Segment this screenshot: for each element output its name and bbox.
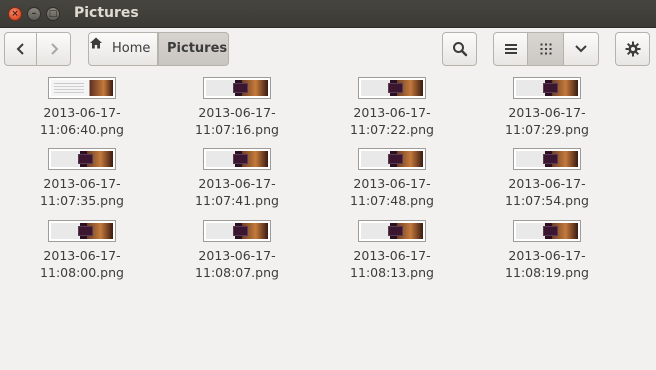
close-window-button[interactable]: × (8, 7, 22, 21)
file-thumbnail (48, 220, 116, 242)
file-thumbnail (48, 148, 116, 170)
file-thumbnail (513, 220, 581, 242)
title-bar[interactable]: × – □ Pictures (0, 0, 656, 28)
file-thumbnail (358, 148, 426, 170)
maximize-icon: □ (48, 9, 58, 19)
file-thumbnail (48, 77, 116, 99)
file-name: 2013-06-17- 11:07:48.png (350, 176, 434, 208)
chevron-right-icon (50, 43, 58, 55)
file-thumbnail (203, 220, 271, 242)
breadcrumb-current-label: Pictures (167, 41, 228, 56)
search-icon (452, 42, 467, 57)
file-name: 2013-06-17- 11:08:00.png (40, 248, 124, 280)
file-item[interactable]: 2013-06-17- 11:08:07.png (182, 220, 292, 281)
list-view-icon (504, 44, 517, 54)
file-thumbnail (358, 220, 426, 242)
file-name: 2013-06-17- 11:07:16.png (195, 105, 279, 137)
settings-button[interactable] (615, 32, 650, 66)
file-item[interactable]: 2013-06-17- 11:08:19.png (492, 220, 602, 281)
file-item[interactable]: 2013-06-17- 11:08:13.png (337, 220, 447, 281)
breadcrumb-home-label: Home (112, 41, 151, 56)
home-icon (90, 37, 102, 49)
minimize-icon: – (31, 9, 37, 19)
toolbar: Home Pictures (0, 28, 656, 68)
file-item[interactable]: 2013-06-17- 11:07:22.png (337, 77, 447, 138)
file-name: 2013-06-17- 11:07:54.png (505, 176, 589, 208)
file-name: 2013-06-17- 11:08:07.png (195, 248, 279, 280)
file-item[interactable]: 2013-06-17- 11:07:16.png (182, 77, 292, 138)
file-item[interactable]: 2013-06-17- 11:07:29.png (492, 77, 602, 138)
breadcrumb-home[interactable]: Home (88, 32, 158, 66)
close-icon: × (11, 9, 19, 19)
breadcrumb-pictures[interactable]: Pictures (158, 32, 229, 66)
file-thumbnail (513, 77, 581, 99)
minimize-window-button[interactable]: – (27, 7, 41, 21)
chevron-left-icon (16, 43, 24, 55)
file-name: 2013-06-17- 11:06:40.png (40, 105, 124, 137)
file-thumbnail (358, 77, 426, 99)
file-thumbnail (513, 148, 581, 170)
grid-view-button[interactable] (527, 32, 564, 66)
chevron-down-icon (575, 45, 587, 53)
file-name: 2013-06-17- 11:07:41.png (195, 176, 279, 208)
file-grid: 2013-06-17- 11:06:40.png 2013-06-17- 11:07… (0, 68, 656, 370)
forward-button[interactable] (36, 32, 71, 66)
gear-icon (625, 41, 640, 57)
view-options-button[interactable] (563, 32, 599, 66)
back-button[interactable] (4, 32, 37, 66)
file-item[interactable]: 2013-06-17- 11:07:48.png (337, 148, 447, 209)
list-view-button[interactable] (493, 32, 528, 66)
maximize-window-button[interactable]: □ (46, 7, 60, 21)
file-name: 2013-06-17- 11:07:29.png (505, 105, 589, 137)
file-name: 2013-06-17- 11:07:22.png (350, 105, 434, 137)
file-item[interactable]: 2013-06-17- 11:07:41.png (182, 148, 292, 209)
file-name: 2013-06-17- 11:07:35.png (40, 176, 124, 208)
file-item[interactable]: 2013-06-17- 11:06:40.png (27, 77, 137, 138)
file-name: 2013-06-17- 11:08:19.png (505, 248, 589, 280)
file-item[interactable]: 2013-06-17- 11:08:00.png (27, 220, 137, 281)
grid-view-icon (540, 43, 551, 55)
file-item[interactable]: 2013-06-17- 11:07:35.png (27, 148, 137, 209)
search-button[interactable] (442, 32, 477, 66)
file-name: 2013-06-17- 11:08:13.png (350, 248, 434, 280)
file-manager-window: × – □ Pictures Home Pictures 2013-06-17-… (0, 0, 656, 370)
file-item[interactable]: 2013-06-17- 11:07:54.png (492, 148, 602, 209)
file-thumbnail (203, 148, 271, 170)
file-thumbnail (203, 77, 271, 99)
window-title: Pictures (74, 5, 139, 21)
